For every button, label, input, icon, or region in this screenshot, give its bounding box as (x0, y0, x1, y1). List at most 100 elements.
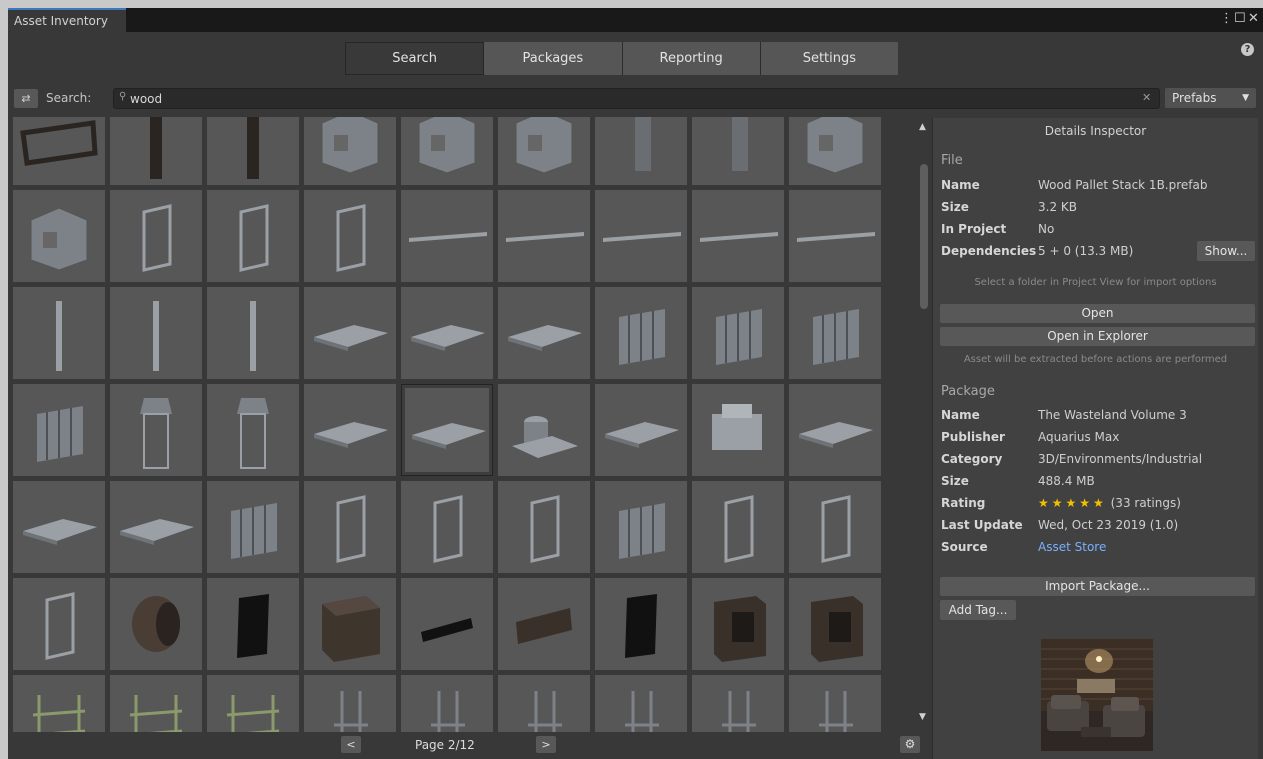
asset-tile[interactable] (498, 117, 590, 185)
asset-tile[interactable] (304, 675, 396, 732)
search-input[interactable] (130, 89, 1130, 108)
asset-tile[interactable] (13, 117, 105, 185)
tab-settings[interactable]: Settings (760, 42, 898, 75)
asset-tile[interactable] (13, 578, 105, 670)
maximize-icon[interactable]: ☐ (1234, 12, 1246, 26)
asset-tile[interactable] (692, 384, 784, 476)
asset-thumbnail (20, 120, 98, 166)
asset-tile[interactable] (13, 481, 105, 573)
asset-tile[interactable] (110, 287, 202, 379)
scroll-down-icon[interactable]: ▼ (919, 712, 926, 722)
asset-tile[interactable] (304, 578, 396, 670)
asset-tile[interactable] (401, 384, 493, 476)
open-in-explorer-button[interactable]: Open in Explorer (940, 327, 1255, 346)
asset-tile[interactable] (207, 190, 299, 282)
asset-tile[interactable] (401, 481, 493, 573)
extract-hint: Asset will be extracted before actions a… (963, 354, 1228, 365)
menu-dots-icon[interactable]: ⋮ (1220, 12, 1233, 26)
asset-tile[interactable] (498, 675, 590, 732)
asset-tile[interactable] (401, 578, 493, 670)
asset-tile[interactable] (401, 675, 493, 732)
gear-icon[interactable]: ⚙ (900, 736, 920, 753)
main-tabs: Search Packages Reporting Settings (345, 42, 898, 75)
type-filter-dropdown[interactable]: Prefabs ▼ (1165, 88, 1256, 108)
asset-tile[interactable] (789, 384, 881, 476)
asset-tile[interactable] (110, 190, 202, 282)
asset-tile[interactable] (789, 117, 881, 185)
help-icon[interactable]: ? (1241, 43, 1254, 56)
asset-tile[interactable] (304, 287, 396, 379)
asset-tile[interactable] (110, 384, 202, 476)
next-page-button[interactable]: > (536, 736, 556, 753)
close-icon[interactable]: ✕ (1248, 12, 1259, 26)
asset-tile[interactable] (13, 675, 105, 732)
asset-thumbnail (239, 204, 269, 272)
tab-search[interactable]: Search (345, 42, 485, 75)
asset-tile[interactable] (304, 117, 396, 185)
asset-tile[interactable] (498, 287, 590, 379)
asset-tile[interactable] (13, 384, 105, 476)
window-tab[interactable]: Asset Inventory (8, 8, 126, 32)
asset-tile[interactable] (595, 675, 687, 732)
asset-tile[interactable] (207, 287, 299, 379)
asset-tile[interactable] (692, 578, 784, 670)
import-package-button[interactable]: Import Package... (940, 577, 1255, 596)
asset-tile[interactable] (304, 481, 396, 573)
asset-tile[interactable] (595, 481, 687, 573)
scrollbar-thumb[interactable] (920, 164, 928, 309)
add-tag-button[interactable]: Add Tag... (940, 600, 1016, 620)
asset-tile[interactable] (498, 384, 590, 476)
grid-scrollbar[interactable]: ▲ ▼ (919, 120, 929, 728)
asset-tile[interactable] (207, 384, 299, 476)
tab-packages[interactable]: Packages (484, 42, 623, 75)
asset-tile[interactable] (692, 190, 784, 282)
asset-tile[interactable] (595, 384, 687, 476)
asset-tile[interactable] (595, 287, 687, 379)
asset-tile[interactable] (595, 190, 687, 282)
asset-tile[interactable] (692, 287, 784, 379)
asset-tile[interactable] (789, 287, 881, 379)
asset-tile[interactable] (13, 287, 105, 379)
scroll-up-icon[interactable]: ▲ (919, 122, 926, 132)
rating-count: (33 ratings) (1110, 496, 1181, 510)
asset-tile[interactable] (498, 481, 590, 573)
show-dependencies-button[interactable]: Show... (1197, 241, 1255, 261)
clear-icon[interactable]: ✕ (1142, 91, 1151, 104)
asset-tile[interactable] (789, 190, 881, 282)
asset-tile[interactable] (401, 117, 493, 185)
asset-tile[interactable] (401, 287, 493, 379)
asset-tile[interactable] (207, 578, 299, 670)
prev-page-button[interactable]: < (341, 736, 361, 753)
tab-reporting[interactable]: Reporting (622, 42, 761, 75)
asset-tile[interactable] (13, 190, 105, 282)
asset-thumbnail (237, 398, 269, 469)
asset-tile[interactable] (401, 190, 493, 282)
asset-tile[interactable] (207, 117, 299, 185)
file-name-label: Name (941, 178, 980, 192)
asset-tile[interactable] (304, 190, 396, 282)
asset-tile[interactable] (110, 675, 202, 732)
asset-tile[interactable] (692, 481, 784, 573)
filter-icon[interactable]: ⇄ (14, 89, 38, 108)
asset-tile[interactable] (789, 675, 881, 732)
asset-thumbnail (700, 232, 778, 242)
asset-tile[interactable] (207, 675, 299, 732)
asset-thumbnail (506, 232, 584, 242)
asset-tile[interactable] (110, 578, 202, 670)
asset-tile[interactable] (207, 481, 299, 573)
source-link[interactable]: Asset Store (1038, 540, 1106, 554)
asset-tile[interactable] (692, 675, 784, 732)
asset-tile[interactable] (110, 117, 202, 185)
asset-tile[interactable] (595, 578, 687, 670)
open-button[interactable]: Open (940, 304, 1255, 323)
asset-tile[interactable] (692, 117, 784, 185)
asset-tile[interactable] (595, 117, 687, 185)
asset-tile[interactable] (789, 481, 881, 573)
asset-tile[interactable] (110, 481, 202, 573)
asset-thumbnail (799, 422, 873, 448)
asset-tile[interactable] (498, 190, 590, 282)
asset-tile[interactable] (789, 578, 881, 670)
asset-tile[interactable] (498, 578, 590, 670)
star-icon: ★★★★★ (1038, 496, 1107, 510)
asset-tile[interactable] (304, 384, 396, 476)
